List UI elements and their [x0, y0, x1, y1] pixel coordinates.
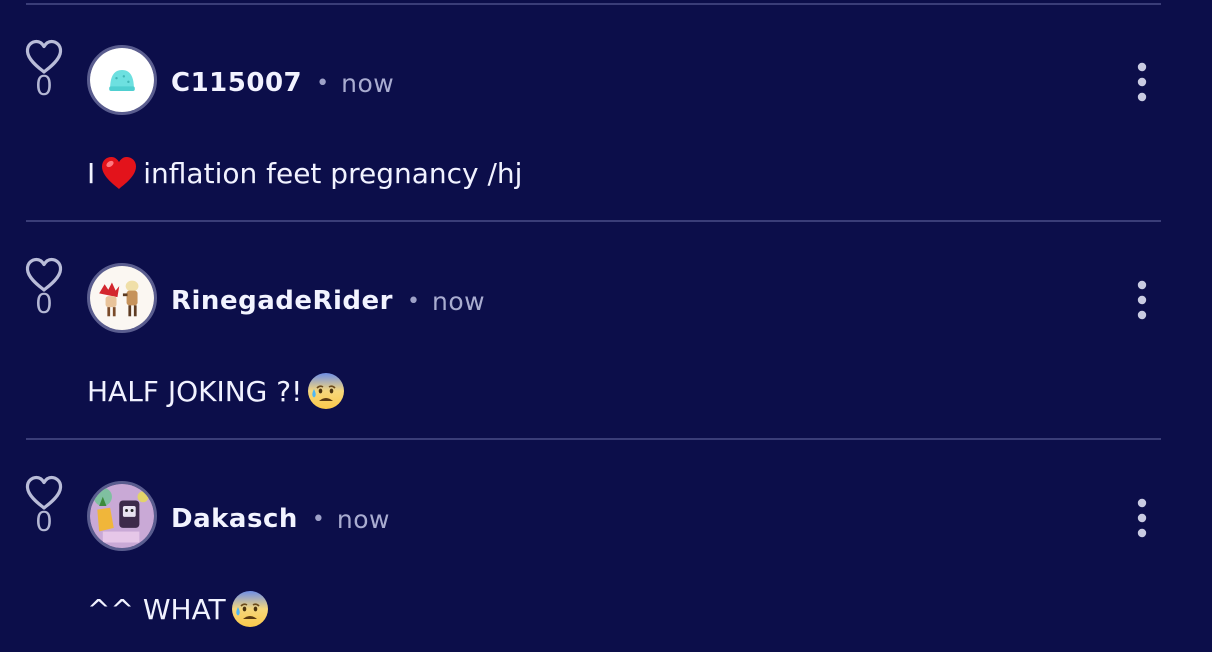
separator-dot: •: [406, 288, 420, 314]
timestamp: now: [336, 504, 390, 534]
separator-dot: •: [316, 70, 330, 96]
like-control: 0: [24, 475, 64, 545]
comment-feed: 0 C115007 • now I inflation feet pregnan…: [0, 0, 1212, 652]
username[interactable]: C115007: [171, 68, 302, 98]
comment-meta: RinegadeRider • now: [171, 279, 485, 323]
like-count: 0: [35, 506, 53, 538]
comment: 0 C115007 • now I inflation feet pregnan…: [0, 3, 1212, 221]
like-count: 0: [35, 288, 53, 320]
comment: 0 Dakasch • now ^^ WHAT: [0, 439, 1212, 652]
comment-text: I inflation feet pregnancy /hj: [87, 151, 522, 195]
like-control: 0: [24, 39, 64, 109]
more-options-button[interactable]: [1128, 497, 1156, 539]
more-options-button[interactable]: [1128, 61, 1156, 103]
username[interactable]: Dakasch: [171, 504, 298, 534]
comment-meta: Dakasch • now: [171, 497, 390, 541]
comment: 0 RinegadeRider • now HALF JOKING ?!: [0, 221, 1212, 439]
avatar[interactable]: [87, 45, 157, 115]
comment-text: ^^ WHAT: [87, 587, 274, 631]
more-vertical-icon: [1137, 498, 1147, 538]
comment-text-part: I: [87, 156, 96, 190]
comment-text-part: ^^ WHAT: [87, 592, 226, 626]
timestamp: now: [431, 286, 486, 316]
like-count: 0: [35, 70, 53, 102]
comment-meta: C115007 • now: [171, 61, 394, 105]
more-vertical-icon: [1137, 62, 1147, 102]
anxious-face-with-sweat-emoji: [230, 589, 270, 629]
separator-dot: •: [311, 506, 325, 532]
username[interactable]: RinegadeRider: [171, 286, 393, 316]
more-vertical-icon: [1137, 280, 1147, 320]
avatar[interactable]: [87, 263, 157, 333]
comment-text-part: inflation feet pregnancy /hj: [143, 156, 523, 190]
anxious-face-with-sweat-emoji: [306, 371, 346, 411]
comment-text: HALF JOKING ?!: [87, 369, 350, 413]
more-options-button[interactable]: [1128, 279, 1156, 321]
red-heart-emoji: [99, 153, 139, 193]
like-control: 0: [24, 257, 64, 327]
timestamp: now: [341, 68, 395, 98]
comment-text-part: HALF JOKING ?!: [87, 374, 303, 408]
avatar[interactable]: [87, 481, 157, 551]
